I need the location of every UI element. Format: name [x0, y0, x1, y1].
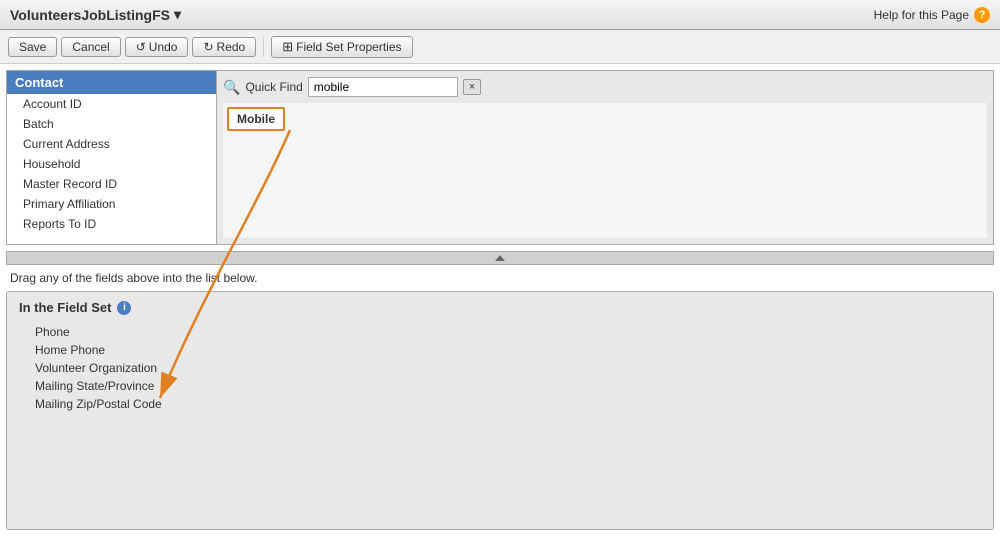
- clear-search-button[interactable]: ×: [463, 79, 481, 95]
- help-icon: ?: [974, 7, 990, 23]
- list-item[interactable]: Reports To ID: [7, 214, 216, 234]
- undo-icon: ↺: [136, 40, 146, 54]
- search-result-mobile[interactable]: Mobile: [227, 107, 285, 131]
- field-editor-panel: Contact Account ID Batch Current Address…: [6, 70, 994, 245]
- drag-instruction: Drag any of the fields above into the li…: [0, 265, 1000, 291]
- contact-list-items: Account ID Batch Current Address Househo…: [7, 94, 216, 234]
- fieldset-title: In the Field Set: [19, 300, 111, 315]
- list-item[interactable]: Master Record ID: [7, 174, 216, 194]
- app-title: VolunteersJobListingFS ▾: [10, 6, 181, 23]
- fieldset-panel: In the Field Set i Phone Home Phone Volu…: [6, 291, 994, 530]
- main-content: Contact Account ID Batch Current Address…: [0, 64, 1000, 536]
- redo-button[interactable]: ↻ Redo: [192, 37, 256, 57]
- list-item[interactable]: Current Address: [7, 134, 216, 154]
- toolbar-separator: [263, 37, 264, 57]
- quick-find-label: Quick Find: [245, 80, 302, 94]
- search-icon: 🔍: [223, 79, 240, 96]
- search-results: Mobile: [223, 103, 987, 238]
- redo-label: Redo: [217, 40, 246, 54]
- fieldset-item[interactable]: Phone: [35, 323, 981, 341]
- help-link[interactable]: Help for this Page ?: [874, 7, 990, 23]
- header-bar: VolunteersJobListingFS ▾ Help for this P…: [0, 0, 1000, 30]
- fieldset-item[interactable]: Mailing State/Province: [35, 377, 981, 395]
- redo-icon: ↻: [203, 40, 213, 54]
- title-dropdown-icon[interactable]: ▾: [174, 6, 181, 23]
- toolbar: Save Cancel ↺ Undo ↻ Redo ⊞ Field Set Pr…: [0, 30, 1000, 64]
- contact-list: Contact Account ID Batch Current Address…: [7, 71, 217, 244]
- fieldset-properties-button[interactable]: ⊞ Field Set Properties: [271, 36, 412, 58]
- fieldset-item[interactable]: Volunteer Organization: [35, 359, 981, 377]
- fieldset-items: Phone Home Phone Volunteer Organization …: [7, 319, 993, 421]
- save-button[interactable]: Save: [8, 37, 57, 57]
- title-text: VolunteersJobListingFS: [10, 7, 170, 23]
- horizontal-scrollbar[interactable]: [6, 251, 994, 265]
- fieldset-item[interactable]: Home Phone: [35, 341, 981, 359]
- list-item[interactable]: Batch: [7, 114, 216, 134]
- list-item[interactable]: Household: [7, 154, 216, 174]
- undo-button[interactable]: ↺ Undo: [125, 37, 189, 57]
- help-text: Help for this Page: [874, 8, 969, 22]
- search-input[interactable]: [308, 77, 458, 97]
- list-item[interactable]: Account ID: [7, 94, 216, 114]
- fieldset-props-label: Field Set Properties: [296, 40, 401, 54]
- undo-label: Undo: [149, 40, 178, 54]
- fieldset-info-icon[interactable]: i: [117, 301, 131, 315]
- fieldset-item[interactable]: Mailing Zip/Postal Code: [35, 395, 981, 413]
- fieldset-props-icon: ⊞: [282, 39, 293, 55]
- scroll-up-indicator: [495, 255, 505, 261]
- quick-find-bar: 🔍 Quick Find ×: [223, 77, 987, 97]
- cancel-button[interactable]: Cancel: [61, 37, 120, 57]
- list-item[interactable]: Primary Affiliation: [7, 194, 216, 214]
- search-panel: 🔍 Quick Find × Mobile: [217, 71, 993, 244]
- contact-list-header: Contact: [7, 71, 216, 94]
- fieldset-header: In the Field Set i: [7, 292, 993, 319]
